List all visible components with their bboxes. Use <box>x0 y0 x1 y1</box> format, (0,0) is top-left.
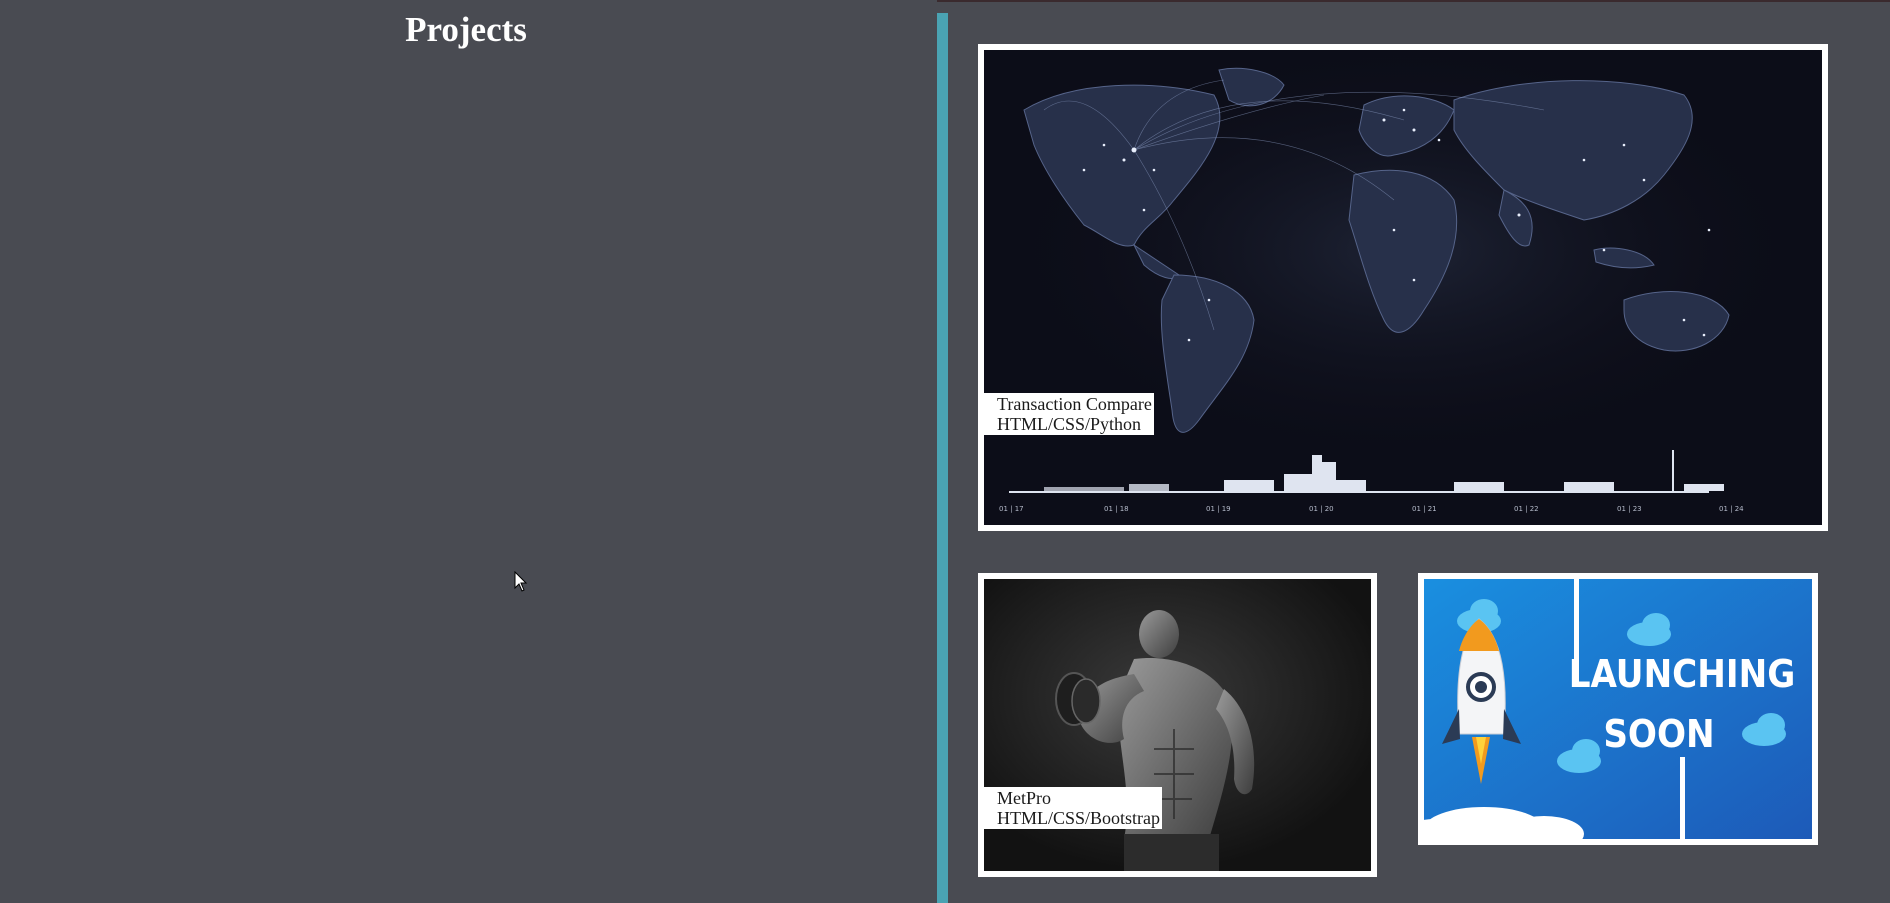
project-caption: Transaction Compare HTML/CSS/Python <box>984 393 1154 435</box>
timeline-label: 01 | 20 <box>1309 505 1334 513</box>
left-panel: Projects <box>0 0 937 903</box>
launching-text: LAUNCHING <box>1569 652 1796 696</box>
timeline-label: 01 | 17 <box>999 505 1024 513</box>
soon-text: SOON <box>1603 712 1714 756</box>
launching-soon-image: LAUNCHING SOON <box>1424 579 1812 839</box>
mouse-cursor-icon <box>514 571 528 592</box>
vertical-divider <box>937 13 948 903</box>
project-stack: HTML/CSS/Bootstrap <box>997 808 1161 828</box>
timeline-label: 01 | 22 <box>1514 505 1539 513</box>
timeline-label: 01 | 18 <box>1104 505 1129 513</box>
timeline-label: 01 | 21 <box>1412 505 1437 513</box>
project-caption: MetPro HTML/CSS/Bootstrap <box>984 787 1163 829</box>
page: Projects 01 | 17 01 | 18 01 | 19 01 | 20… <box>0 0 1890 903</box>
world-map-image: 01 | 17 01 | 18 01 | 19 01 | 20 01 | 21 … <box>984 50 1822 525</box>
launching-soon-card[interactable]: LAUNCHING SOON <box>1418 573 1818 845</box>
timeline-label: 01 | 19 <box>1206 505 1231 513</box>
project-stack: HTML/CSS/Python <box>997 414 1142 434</box>
project-title: Transaction Compare <box>997 394 1152 414</box>
fitness-image: MetPro HTML/CSS/Bootstrap <box>984 579 1371 871</box>
project-card-metpro[interactable]: MetPro HTML/CSS/Bootstrap <box>978 573 1377 877</box>
project-card-transaction-compare[interactable]: 01 | 17 01 | 18 01 | 19 01 | 20 01 | 21 … <box>978 44 1828 531</box>
timeline-label: 01 | 24 <box>1719 505 1744 513</box>
project-title: MetPro <box>997 788 1051 808</box>
page-title: Projects <box>405 10 527 49</box>
timeline-label: 01 | 23 <box>1617 505 1642 513</box>
